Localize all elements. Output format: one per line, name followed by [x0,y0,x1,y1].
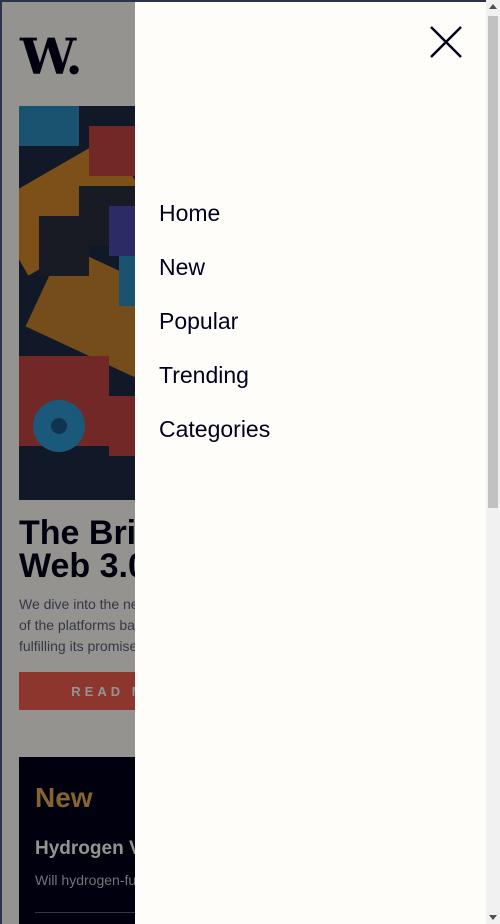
navigation-drawer: Home New Popular Trending Categories [135,2,486,924]
nav-item-categories[interactable]: Categories [159,414,270,468]
close-icon [430,26,462,58]
vertical-scrollbar[interactable] [486,0,500,924]
nav-item-new[interactable]: New [159,252,270,306]
scroll-up-arrow-icon[interactable] [489,4,497,9]
nav-item-home[interactable]: Home [159,198,270,252]
nav-item-trending[interactable]: Trending [159,360,270,414]
nav-menu: Home New Popular Trending Categories [159,198,270,468]
scroll-down-arrow-icon[interactable] [489,915,497,920]
nav-item-popular[interactable]: Popular [159,306,270,360]
close-menu-button[interactable] [428,24,464,60]
scrollbar-thumb[interactable] [488,16,498,508]
